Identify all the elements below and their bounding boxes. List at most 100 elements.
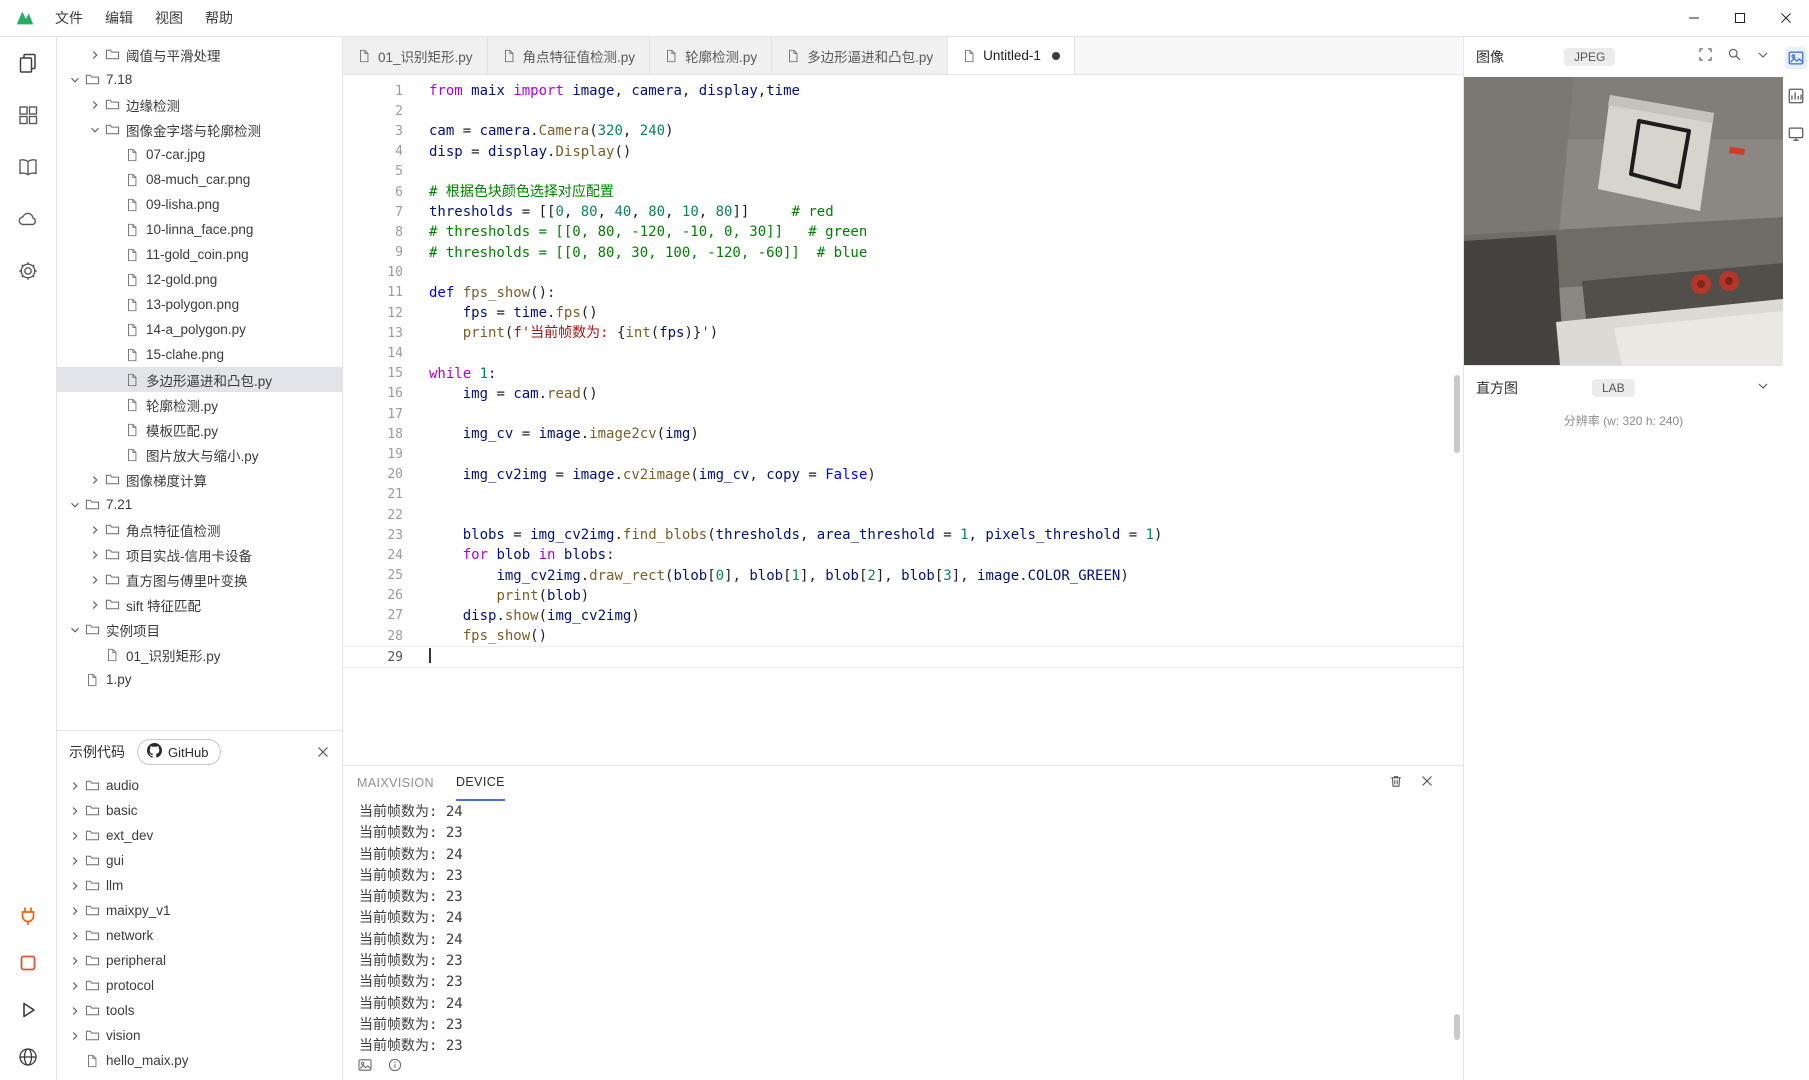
code-line[interactable]: 17 <box>343 404 1462 424</box>
code-line[interactable]: 9 # thresholds = [[0, 80, 30, 100, -120, … <box>343 243 1462 263</box>
cloud-icon[interactable] <box>0 193 56 245</box>
language-globe-icon[interactable] <box>0 1033 56 1080</box>
menu-file[interactable]: 文件 <box>44 0 94 36</box>
editor-tab[interactable]: 多边形逼进和凸包.py <box>772 37 949 74</box>
code-line[interactable]: 6 # 根据色块颜色选择对应配置 <box>343 182 1462 202</box>
histogram-collapse-chevron-icon[interactable] <box>1755 378 1771 399</box>
stop-icon[interactable] <box>0 939 56 986</box>
explorer-item[interactable]: 直方图与傅里叶变换 <box>57 567 342 592</box>
editor-tab[interactable]: 角点特征值检测.py <box>487 37 651 74</box>
explorer-item[interactable]: 模板匹配.py <box>57 417 342 442</box>
samples-item[interactable]: network <box>57 923 342 948</box>
code-line[interactable]: 4 disp = display.Display() <box>343 142 1462 162</box>
settings-gear-icon[interactable] <box>0 245 56 297</box>
explorer-item[interactable]: 01_识别矩形.py <box>57 642 342 667</box>
tab-maixvision[interactable]: MAIXVISION <box>357 766 434 800</box>
samples-item[interactable]: gui <box>57 848 342 873</box>
code-line[interactable]: 24 for blob in blobs: <box>343 545 1462 565</box>
editor-tab[interactable]: Untitled-1 <box>948 37 1075 74</box>
code-line[interactable]: 7 thresholds = [[0, 80, 40, 80, 10, 80]] … <box>343 202 1462 222</box>
code-line[interactable]: 20 img_cv2img = image.cv2image(img_cv, c… <box>343 465 1462 485</box>
code-line[interactable]: 11 def fps_show(): <box>343 283 1462 303</box>
histogram-panel-toggle-icon[interactable] <box>1785 85 1807 107</box>
code-line[interactable]: 8 # thresholds = [[0, 80, -120, -10, 0, 3… <box>343 222 1462 242</box>
explorer-icon[interactable] <box>0 37 56 89</box>
zoom-icon[interactable] <box>1726 46 1743 68</box>
explorer-item[interactable]: 11-gold_coin.png <box>57 242 342 267</box>
explorer-item[interactable]: 图片放大与缩小.py <box>57 442 342 467</box>
editor-scrollbar[interactable] <box>1454 375 1460 453</box>
samples-item[interactable]: ext_dev <box>57 823 342 848</box>
console-scrollbar[interactable] <box>1454 1014 1460 1040</box>
explorer-item[interactable]: 项目实战-信用卡设备 <box>57 542 342 567</box>
samples-item[interactable]: llm <box>57 873 342 898</box>
explorer-item[interactable]: 图像金字塔与轮廓检测 <box>57 117 342 142</box>
info-icon[interactable] <box>387 1057 403 1078</box>
code-line[interactable]: 16 img = cam.read() <box>343 384 1462 404</box>
clear-output-trash-icon[interactable] <box>1388 773 1404 794</box>
code-line[interactable]: 23 blobs = img_cv2img.find_blobs(thresho… <box>343 525 1462 545</box>
explorer-item[interactable]: 多边形逼进和凸包.py <box>57 367 342 392</box>
samples-item[interactable]: audio <box>57 773 342 798</box>
samples-item[interactable]: vision <box>57 1023 342 1048</box>
colorspace-dropdown[interactable]: LAB <box>1592 379 1635 397</box>
explorer-item[interactable]: 12-gold.png <box>57 267 342 292</box>
samples-item[interactable]: tools <box>57 998 342 1023</box>
code-line[interactable]: 2 <box>343 101 1462 121</box>
github-button[interactable]: GitHub <box>137 739 222 765</box>
explorer-item[interactable]: 13-polygon.png <box>57 292 342 317</box>
explorer-item[interactable]: 阈值与平滑处理 <box>57 42 342 67</box>
samples-item[interactable]: hello_maix.py <box>57 1048 342 1073</box>
code-line[interactable]: 15 while 1: <box>343 364 1462 384</box>
code-line[interactable]: 3 cam = camera.Camera(320, 240) <box>343 121 1462 141</box>
samples-item[interactable]: peripheral <box>57 948 342 973</box>
code-line[interactable]: 1 from maix import image, camera, display… <box>343 81 1462 101</box>
unsaved-dot[interactable] <box>1051 51 1060 60</box>
image-collapse-chevron-icon[interactable] <box>1755 47 1771 68</box>
code-editor[interactable]: 1 from maix import image, camera, display… <box>343 75 1462 765</box>
code-line[interactable]: 5 <box>343 162 1462 182</box>
explorer-item[interactable]: 1.py <box>57 667 342 692</box>
samples-close-icon[interactable] <box>316 745 330 759</box>
close-panel-icon[interactable] <box>1420 774 1434 793</box>
code-line[interactable]: 28 fps_show() <box>343 626 1462 646</box>
code-line[interactable]: 18 img_cv = image.image2cv(img) <box>343 424 1462 444</box>
menu-view[interactable]: 视图 <box>144 0 194 36</box>
code-line[interactable]: 25 img_cv2img.draw_rect(blob[0], blob[1]… <box>343 566 1462 586</box>
explorer-item[interactable]: 07-car.jpg <box>57 142 342 167</box>
code-line[interactable]: 21 <box>343 485 1462 505</box>
device-connect-icon[interactable] <box>0 892 56 939</box>
menu-edit[interactable]: 编辑 <box>94 0 144 36</box>
code-line[interactable]: 27 disp.show(img_cv2img) <box>343 606 1462 626</box>
explorer-item[interactable]: 15-clahe.png <box>57 342 342 367</box>
device-screen-toggle-icon[interactable] <box>1785 123 1807 145</box>
explorer-item[interactable]: sift 特征匹配 <box>57 592 342 617</box>
menu-help[interactable]: 帮助 <box>194 0 244 36</box>
docs-book-icon[interactable] <box>0 141 56 193</box>
extensions-icon[interactable] <box>0 89 56 141</box>
code-line[interactable]: 29 <box>343 646 1462 669</box>
samples-item[interactable]: basic <box>57 798 342 823</box>
image-panel-toggle-icon[interactable] <box>1785 47 1807 69</box>
maximize-button[interactable] <box>1717 0 1763 36</box>
explorer-item[interactable]: 7.21 <box>57 492 342 517</box>
image-format-badge[interactable]: JPEG <box>1564 48 1616 66</box>
samples-item[interactable]: protocol <box>57 973 342 998</box>
editor-tab[interactable]: 轮廓检测.py <box>650 37 773 74</box>
minimize-button[interactable] <box>1671 0 1717 36</box>
explorer-item[interactable]: 角点特征值检测 <box>57 517 342 542</box>
code-line[interactable]: 14 <box>343 343 1462 363</box>
fit-screen-icon[interactable] <box>1697 46 1714 68</box>
tab-device[interactable]: DEVICE <box>455 765 505 801</box>
explorer-item[interactable]: 10-linna_face.png <box>57 217 342 242</box>
code-line[interactable]: 13 print(f'当前帧数为: {int(fps)}') <box>343 323 1462 343</box>
run-icon[interactable] <box>0 986 56 1033</box>
explorer-item[interactable]: 图像梯度计算 <box>57 467 342 492</box>
code-line[interactable]: 22 <box>343 505 1462 525</box>
samples-item[interactable]: maixpy_v1 <box>57 898 342 923</box>
explorer-item[interactable]: 边缘检测 <box>57 92 342 117</box>
code-line[interactable]: 12 fps = time.fps() <box>343 303 1462 323</box>
explorer-item[interactable]: 09-lisha.png <box>57 192 342 217</box>
explorer-item[interactable]: 轮廓检测.py <box>57 392 342 417</box>
close-button[interactable] <box>1763 0 1809 36</box>
